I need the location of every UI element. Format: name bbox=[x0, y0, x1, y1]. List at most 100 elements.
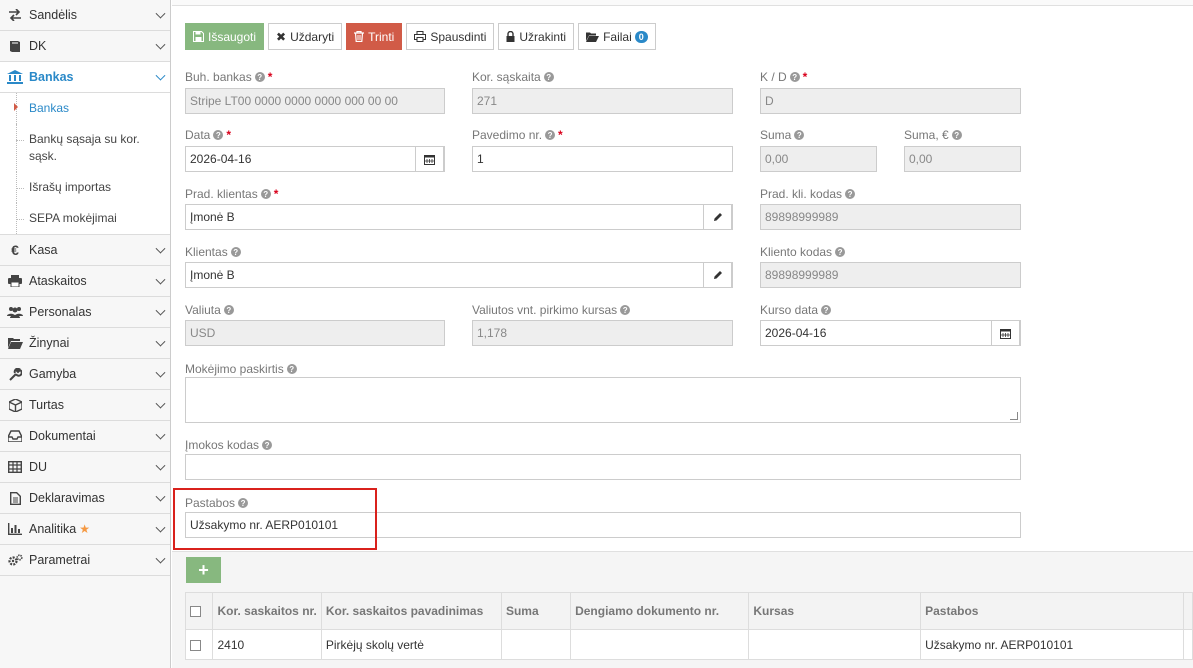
cell-pastabos[interactable]: Užsakymo nr. AERP010101 bbox=[920, 629, 1184, 660]
sidebar-item-kasa[interactable]: € Kasa bbox=[0, 235, 170, 266]
kor-saskaita-label: Kor. sąskaita? bbox=[472, 70, 554, 84]
sidebar-item-bankas[interactable]: Bankas bbox=[0, 62, 170, 93]
book-icon bbox=[6, 39, 24, 53]
sidebar-item-gamyba[interactable]: Gamyba bbox=[0, 359, 170, 390]
sidebar-item-du[interactable]: DU bbox=[0, 452, 170, 483]
sidebar-item-analitika[interactable]: Analitika ★ bbox=[0, 514, 170, 545]
chevron-down-icon bbox=[155, 429, 166, 440]
print-icon bbox=[6, 274, 24, 288]
kliento-kodas-field[interactable]: 89898999989 bbox=[760, 262, 1021, 288]
column-header-extra bbox=[1182, 592, 1193, 630]
kor-saskaita-field[interactable]: 271 bbox=[472, 88, 733, 114]
prad-kli-kodas-field[interactable]: 89898999989 bbox=[760, 204, 1021, 230]
data-date-field[interactable]: 2026-04-16 bbox=[185, 146, 445, 172]
prad-klientas-input[interactable]: Įmonė B bbox=[185, 204, 733, 230]
table-row[interactable]: 2410 Pirkėjų skolų vertė Užsakymo nr. AE… bbox=[184, 629, 1193, 660]
sidebar-item-deklaravimas[interactable]: Deklaravimas bbox=[0, 483, 170, 514]
valiutos-kursas-field[interactable]: 1,178 bbox=[472, 320, 733, 346]
help-icon: ? bbox=[254, 72, 265, 82]
cell-dok-nr[interactable] bbox=[570, 629, 750, 660]
column-header-dok-nr[interactable]: Dengiamo dokumento nr. bbox=[570, 592, 750, 630]
required-marker: * bbox=[273, 187, 279, 201]
submenu-item-sepa[interactable]: SEPA mokėjimai bbox=[0, 203, 170, 234]
resize-handle[interactable] bbox=[1010, 412, 1018, 420]
sidebar-item-sandelis[interactable]: Sandėlis bbox=[0, 0, 170, 31]
submenu-item-label: Bankų sąsaja su kor. sąsk. bbox=[29, 132, 140, 163]
help-icon: ? bbox=[620, 305, 631, 315]
pencil-icon bbox=[713, 213, 722, 221]
required-marker: * bbox=[267, 70, 273, 84]
select-all-checkbox[interactable] bbox=[190, 606, 201, 618]
lock-button[interactable]: Užrakinti bbox=[498, 23, 575, 50]
print-button[interactable]: Spausdinti bbox=[406, 23, 495, 50]
column-header-kor-nr[interactable]: Kor. saskaitos nr. bbox=[212, 592, 322, 630]
sidebar-item-label: Bankas bbox=[29, 70, 74, 84]
submenu-item-banku-sasaja[interactable]: Bankų sąsaja su kor. sąsk. bbox=[0, 124, 170, 172]
klientas-input[interactable]: Įmonė B bbox=[185, 262, 733, 288]
help-icon: ? bbox=[262, 440, 273, 450]
help-icon: ? bbox=[223, 305, 234, 315]
close-button[interactable]: ✖ Uždaryti bbox=[268, 23, 343, 50]
buh-bankas-field[interactable]: Stripe LT00 0000 0000 0000 000 00 00 bbox=[185, 88, 445, 114]
sidebar-item-parametrai[interactable]: Parametrai bbox=[0, 545, 170, 576]
column-header-pavadinimas[interactable]: Kor. saskaitos pavadinimas bbox=[320, 592, 502, 630]
help-icon: ? bbox=[835, 247, 846, 257]
suma-field[interactable]: 0,00 bbox=[760, 146, 877, 172]
kd-field[interactable]: D bbox=[760, 88, 1021, 114]
cell-kor-nr[interactable]: 2410 bbox=[212, 629, 322, 660]
chevron-down-icon bbox=[155, 39, 166, 50]
chevron-down-icon bbox=[155, 274, 166, 285]
sidebar-item-label: Gamyba bbox=[29, 367, 77, 381]
lines-table: Kor. saskaitos nr. Kor. saskaitos pavadi… bbox=[184, 592, 1193, 660]
column-header-kursas[interactable]: Kursas bbox=[748, 592, 922, 630]
sidebar-item-turtas[interactable]: Turtas bbox=[0, 390, 170, 421]
cell-suma[interactable] bbox=[500, 629, 572, 660]
chevron-down-icon bbox=[155, 522, 166, 533]
sidebar-item-dk[interactable]: DK bbox=[0, 31, 170, 62]
valiutos-kursas-label: Valiutos vnt. pirkimo kursas? bbox=[472, 303, 631, 317]
sidebar-item-personalas[interactable]: Personalas bbox=[0, 297, 170, 328]
pavedimo-nr-input[interactable]: 1 bbox=[472, 146, 733, 172]
calendar-button[interactable] bbox=[991, 320, 1020, 346]
submenu-item-israsu-importas[interactable]: Išrašų importas bbox=[0, 172, 170, 203]
select-all-cell bbox=[184, 592, 214, 630]
files-button[interactable]: Failai 0 bbox=[578, 23, 656, 50]
column-header-suma[interactable]: Suma bbox=[500, 592, 572, 630]
cell-pavadinimas[interactable]: Pirkėjų skolų vertė bbox=[320, 629, 502, 660]
chevron-down-icon bbox=[155, 336, 166, 347]
calendar-icon bbox=[1000, 328, 1011, 339]
column-header-pastabos[interactable]: Pastabos bbox=[920, 592, 1184, 630]
help-icon: ? bbox=[845, 189, 856, 199]
star-icon: ★ bbox=[79, 522, 91, 536]
valiuta-field[interactable]: USD bbox=[185, 320, 445, 346]
submenu-item-label: Bankas bbox=[29, 101, 70, 115]
edit-button[interactable] bbox=[703, 262, 732, 288]
cell-kursas[interactable] bbox=[748, 629, 922, 660]
files-count-badge: 0 bbox=[634, 30, 648, 43]
add-row-button[interactable]: + bbox=[186, 557, 221, 583]
sidebar-item-label: Turtas bbox=[29, 398, 64, 412]
delete-button[interactable]: Trinti bbox=[346, 23, 403, 50]
toolbar: Išsaugoti ✖ Uždaryti Trinti Spausdinti U… bbox=[185, 23, 656, 50]
prad-klientas-label: Prad. klientas? * bbox=[185, 187, 279, 201]
save-button-label: Išsaugoti bbox=[208, 29, 257, 44]
sidebar-item-label: Parametrai bbox=[29, 553, 91, 567]
floppy-disk-icon bbox=[193, 31, 204, 42]
prad-kli-kodas-label: Prad. kli. kodas? bbox=[760, 187, 856, 201]
sidebar-item-ataskaitos[interactable]: Ataskaitos bbox=[0, 266, 170, 297]
imokos-kodas-input[interactable] bbox=[185, 454, 1021, 480]
chevron-down-icon bbox=[155, 398, 166, 409]
kliento-kodas-label: Kliento kodas? bbox=[760, 245, 846, 259]
suma-eur-field[interactable]: 0,00 bbox=[904, 146, 1021, 172]
kurso-data-field[interactable]: 2026-04-16 bbox=[760, 320, 1021, 346]
sidebar-item-dokumentai[interactable]: Dokumentai bbox=[0, 421, 170, 452]
sidebar-item-zinynai[interactable]: Žinynai bbox=[0, 328, 170, 359]
calendar-button[interactable] bbox=[415, 146, 444, 172]
mokejimo-paskirtis-textarea[interactable] bbox=[185, 377, 1021, 423]
row-checkbox[interactable] bbox=[190, 639, 201, 651]
save-button[interactable]: Išsaugoti bbox=[185, 23, 265, 50]
submenu-item-bankas[interactable]: Bankas bbox=[0, 93, 170, 124]
edit-button[interactable] bbox=[703, 204, 732, 230]
chevron-down-icon bbox=[155, 70, 166, 81]
sidebar-item-label: Ataskaitos bbox=[29, 274, 87, 288]
